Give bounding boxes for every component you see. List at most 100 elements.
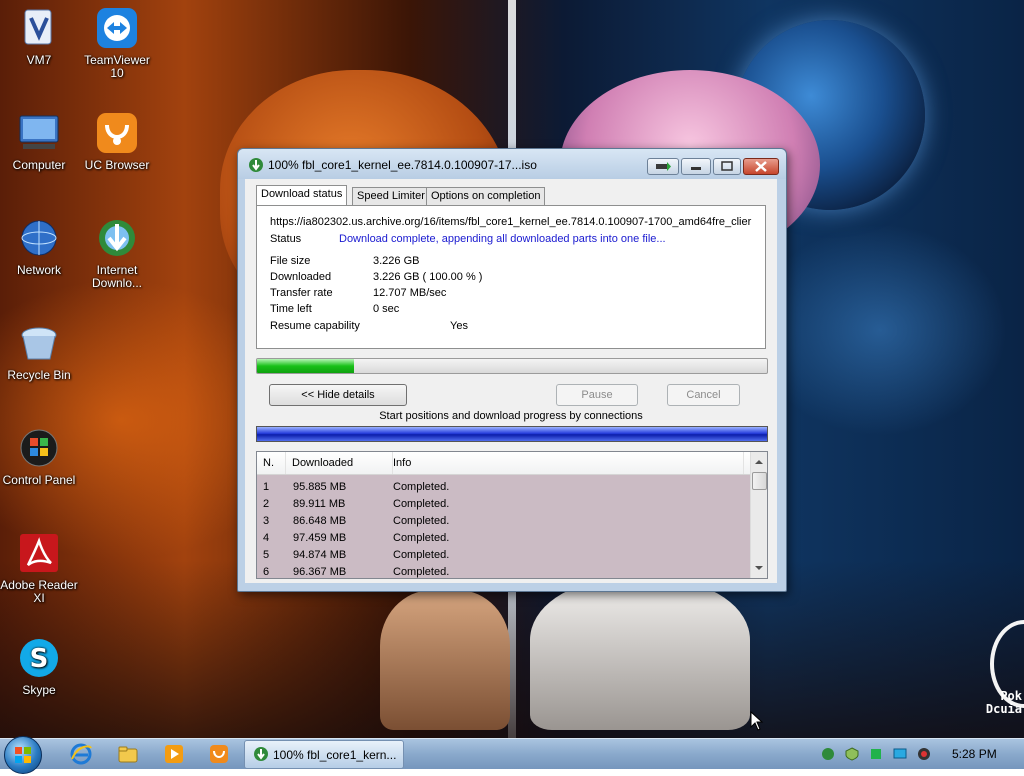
connection-row[interactable]: 4 97.459 MB Completed. xyxy=(257,530,751,547)
teamviewer-icon xyxy=(95,6,139,50)
tab-download-status[interactable]: Download status xyxy=(256,185,348,206)
hide-details-button[interactable]: << Hide details xyxy=(269,384,407,406)
uc-browser-icon[interactable] xyxy=(208,743,230,765)
minimize-to-tray-button[interactable] xyxy=(647,158,679,175)
list-vertical-scrollbar[interactable] xyxy=(750,452,767,578)
wallpaper-logo-text: Pok Dcuia xyxy=(986,690,1022,716)
scroll-down-icon[interactable] xyxy=(751,560,767,576)
adobe-reader-icon xyxy=(17,531,61,575)
connection-row[interactable]: 3 86.648 MB Completed. xyxy=(257,513,751,530)
column-header-downloaded[interactable]: Downloaded xyxy=(286,452,393,474)
tab-speed-limiter[interactable]: Speed Limiter xyxy=(352,187,430,205)
recycle-bin-icon xyxy=(17,321,61,365)
status-label: Status xyxy=(270,233,302,245)
display-tray-icon[interactable] xyxy=(893,747,907,761)
file-size-value: 3.226 GB xyxy=(373,255,420,267)
desktop-icon-label: Adobe Reader XI xyxy=(0,578,78,605)
download-url: https://ia802302.us.archive.org/16/items… xyxy=(270,216,752,228)
desktop-icon-label: Control Panel xyxy=(2,473,76,487)
desktop-icon-label: VM7 xyxy=(26,53,52,67)
connection-info: Completed. xyxy=(393,532,450,544)
connections-list[interactable]: N. Downloaded Info 1 95.885 MB Completed. 2… xyxy=(256,451,768,579)
pause-button[interactable]: Pause xyxy=(556,384,638,406)
connection-number: 4 xyxy=(263,532,270,544)
green-tray-icon[interactable] xyxy=(869,747,883,761)
download-progress-window[interactable]: 100% fbl_core1_kernel_ee.7814.0.100907-1… xyxy=(237,148,787,592)
minimize-button[interactable] xyxy=(681,158,711,175)
idm-app-icon xyxy=(248,157,264,173)
connection-downloaded: 95.885 MB xyxy=(293,481,347,493)
connection-downloaded: 89.911 MB xyxy=(293,498,346,510)
desktop-icon-label: TeamViewer 10 xyxy=(84,53,150,80)
desktop-icon-control-panel[interactable]: Control Panel xyxy=(0,426,79,487)
taskbar-button-label: 100% fbl_core1_kern... xyxy=(273,748,397,762)
connection-number: 6 xyxy=(263,566,270,578)
connection-row[interactable]: 5 94.874 MB Completed. xyxy=(257,547,751,564)
connection-number: 3 xyxy=(263,515,270,527)
transfer-rate-label: Transfer rate xyxy=(270,287,333,299)
desktop-icon-vm7[interactable]: VM7 xyxy=(0,6,79,67)
desktop-icon-computer[interactable]: Computer xyxy=(0,111,79,172)
skype-icon: S xyxy=(17,636,61,680)
column-header-number[interactable]: N. xyxy=(257,452,286,474)
connection-info: Completed. xyxy=(393,498,450,510)
desktop-icon-adobe-reader[interactable]: Adobe Reader XI xyxy=(0,531,79,605)
connection-downloaded: 86.648 MB xyxy=(293,515,347,527)
tab-options-on-completion[interactable]: Options on completion xyxy=(426,187,546,205)
download-progress-bar xyxy=(256,358,768,374)
connection-info: Completed. xyxy=(393,481,450,493)
taskbar-button-download-window[interactable]: 100% fbl_core1_kern... xyxy=(244,740,404,769)
desktop-icon-label: Skype xyxy=(22,683,56,697)
time-left-label: Time left xyxy=(270,303,312,315)
connection-info: Completed. xyxy=(393,549,450,561)
window-body: Download status Speed Limiter Options on… xyxy=(245,179,777,583)
file-size-label: File size xyxy=(270,255,311,267)
desktop-icon-uc-browser[interactable]: UC Browser xyxy=(77,111,157,172)
clock[interactable]: 5:28 PM xyxy=(952,747,997,761)
security-tray-icon[interactable] xyxy=(845,747,859,761)
status-value: Download complete, appending all downloa… xyxy=(339,233,666,245)
desktop-icon-internet-download-manager[interactable]: Internet Downlo... xyxy=(77,216,157,290)
close-button[interactable] xyxy=(743,158,779,175)
connection-number: 1 xyxy=(263,481,270,493)
scroll-up-icon[interactable] xyxy=(751,454,767,470)
internet-explorer-icon[interactable] xyxy=(70,743,92,765)
start-button[interactable] xyxy=(4,736,42,774)
media-player-icon[interactable] xyxy=(163,743,185,765)
computer-icon xyxy=(17,111,61,155)
desktop-icon-label: Recycle Bin xyxy=(7,368,71,382)
wallpaper-feet-right xyxy=(530,580,750,730)
connection-info: Completed. xyxy=(393,566,450,578)
desktop-icon-teamviewer[interactable]: TeamViewer 10 xyxy=(77,6,157,80)
time-left-value: 0 sec xyxy=(373,303,400,315)
window-title: 100% fbl_core1_kernel_ee.7814.0.100907-1… xyxy=(268,158,537,172)
svg-text:S: S xyxy=(30,644,49,674)
download-progress-fill xyxy=(257,359,354,373)
window-titlebar[interactable]: 100% fbl_core1_kernel_ee.7814.0.100907-1… xyxy=(238,149,786,179)
network-tray-icon[interactable] xyxy=(821,747,835,761)
desktop-icon-label: Network xyxy=(16,263,61,277)
cancel-button[interactable]: Cancel xyxy=(667,384,740,406)
connections-list-header: N. Downloaded Info xyxy=(257,452,751,475)
speaker-tray-icon[interactable] xyxy=(917,747,931,761)
connection-downloaded: 96.367 MB xyxy=(293,566,347,578)
desktop-icon-network[interactable]: Network xyxy=(0,216,79,277)
column-header-info[interactable]: Info xyxy=(393,452,744,474)
desktop-icon-skype[interactable]: S Skype xyxy=(0,636,79,697)
maximize-button[interactable] xyxy=(713,158,741,175)
resume-capability-value: Yes xyxy=(450,320,468,332)
scrollbar-thumb[interactable] xyxy=(752,472,767,490)
windows-explorer-icon[interactable] xyxy=(117,743,139,765)
connections-caption: Start positions and download progress by… xyxy=(379,410,643,422)
connection-downloaded: 94.874 MB xyxy=(293,549,347,561)
connection-row[interactable]: 1 95.885 MB Completed. xyxy=(257,479,751,496)
logo-line-2: Dcuia xyxy=(985,702,1022,716)
desktop-icon-label: Computer xyxy=(12,158,66,172)
connection-row[interactable]: 2 89.911 MB Completed. xyxy=(257,496,751,513)
connection-row[interactable]: 6 96.367 MB Completed. xyxy=(257,564,751,578)
idm-task-icon xyxy=(254,747,268,761)
connections-progress-fill xyxy=(257,427,767,441)
connections-list-rows: 1 95.885 MB Completed. 2 89.911 MB Completed.… xyxy=(257,475,751,578)
wallpaper-feet-left xyxy=(380,590,510,730)
desktop-icon-recycle-bin[interactable]: Recycle Bin xyxy=(0,321,79,382)
